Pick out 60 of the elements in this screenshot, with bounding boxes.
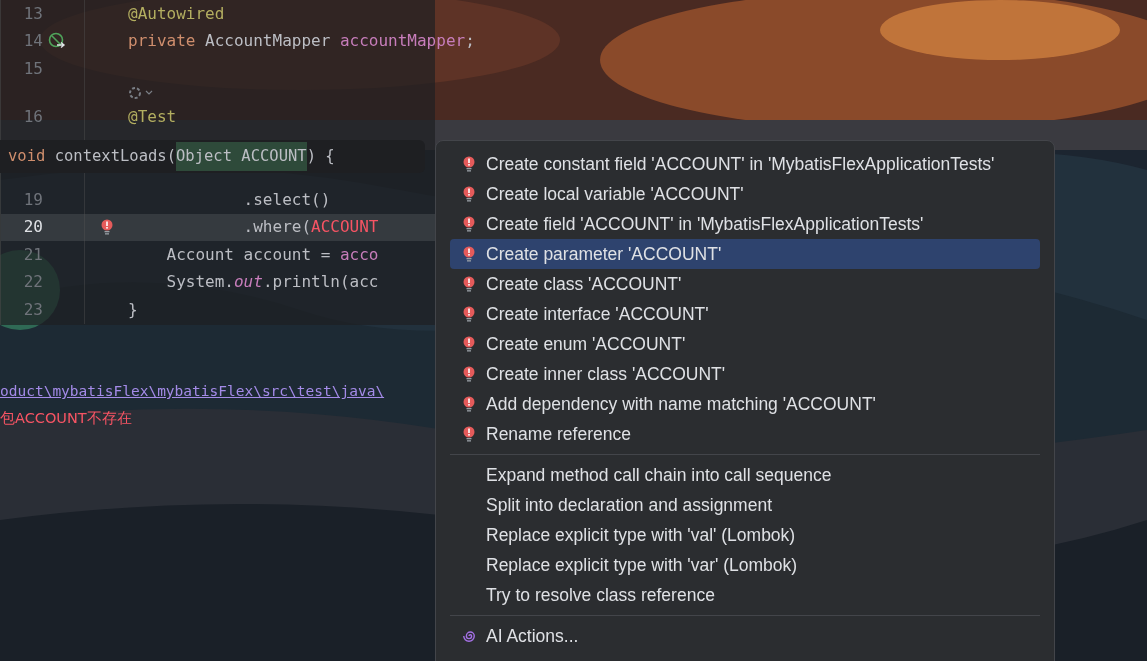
- code-text: System.: [165, 272, 234, 292]
- line-number: 20: [23, 217, 43, 237]
- file-path-link[interactable]: oduct\mybatisFlex\mybatisFlex\src\test\java\: [0, 378, 435, 405]
- error-bulb-icon: [463, 335, 475, 353]
- code-text: AccountMapper: [205, 31, 332, 51]
- line-number: 21: [23, 244, 43, 264]
- error-bulb-icon: [463, 425, 475, 443]
- line-number: 19: [23, 189, 43, 209]
- menu-item[interactable]: Replace explicit type with 'var' (Lombok): [450, 550, 1040, 580]
- spiral-icon: [462, 628, 476, 644]
- code-text: @Autowired: [128, 3, 225, 23]
- error-bulb-icon: [463, 245, 475, 263]
- menu-item[interactable]: Create parameter 'ACCOUNT': [450, 239, 1040, 269]
- error-bulb-icon: [463, 395, 475, 413]
- error-bulb-icon: [463, 365, 475, 383]
- menu-item[interactable]: Create inner class 'ACCOUNT': [450, 359, 1040, 389]
- hint-text: ) {: [306, 145, 335, 167]
- menu-item[interactable]: Try to resolve class reference: [450, 580, 1040, 610]
- bean-gutter-icon[interactable]: [48, 32, 66, 51]
- error-bulb-icon: [463, 155, 475, 173]
- menu-item[interactable]: Create local variable 'ACCOUNT': [450, 179, 1040, 209]
- hint-text: Object ACCOUNT: [176, 141, 307, 172]
- code-text: .println(acc: [262, 272, 379, 292]
- line-number: 14: [23, 31, 43, 51]
- code-text: @Test: [128, 107, 177, 127]
- code-text: ACCOUNT: [311, 217, 379, 237]
- menu-item[interactable]: Rename reference: [450, 419, 1040, 449]
- code-text: accountMapper: [339, 31, 466, 51]
- error-bulb-icon: [100, 218, 113, 236]
- gear-inlay-icon[interactable]: [128, 86, 154, 100]
- line-number: 13: [23, 3, 43, 23]
- code-text: }: [128, 299, 138, 319]
- code-text: Account account =: [165, 244, 332, 264]
- code-text: acco: [339, 244, 379, 264]
- line-number: 22: [23, 272, 43, 292]
- hint-text: void: [8, 145, 46, 167]
- line-number: 23: [23, 299, 43, 319]
- code-text: .where(: [242, 217, 312, 237]
- menu-item[interactable]: Replace explicit type with 'val' (Lombok): [450, 520, 1040, 550]
- line-number: 15: [23, 58, 43, 78]
- code-text: out: [233, 272, 263, 292]
- error-bulb-icon: [463, 305, 475, 323]
- menu-item[interactable]: Create enum 'ACCOUNT': [450, 329, 1040, 359]
- menu-item[interactable]: Create interface 'ACCOUNT': [450, 299, 1040, 329]
- error-bulb-icon: [463, 275, 475, 293]
- menu-item[interactable]: Split into declaration and assignment: [450, 490, 1040, 520]
- menu-item[interactable]: AI Actions...: [450, 621, 1040, 651]
- error-message: 包ACCOUNT不存在: [0, 409, 133, 428]
- error-bulb-icon: [463, 185, 475, 203]
- code-text: .select(): [242, 189, 331, 209]
- code-text: ;: [465, 31, 475, 51]
- error-bulb-icon: [463, 215, 475, 233]
- menu-item[interactable]: Expand method call chain into call sequence: [450, 460, 1040, 490]
- menu-item[interactable]: Create class 'ACCOUNT': [450, 269, 1040, 299]
- menu-item[interactable]: Create constant field 'ACCOUNT' in 'MybatisFlexApplicationTests': [450, 149, 1040, 179]
- line-number: 16: [23, 107, 43, 127]
- menu-item[interactable]: Create field 'ACCOUNT' in 'MybatisFlexApplicationTests': [450, 209, 1040, 239]
- menu-item[interactable]: Add dependency with name matching 'ACCOUNT': [450, 389, 1040, 419]
- code-text: private: [128, 31, 197, 51]
- hint-text: contextLoads(: [53, 145, 176, 167]
